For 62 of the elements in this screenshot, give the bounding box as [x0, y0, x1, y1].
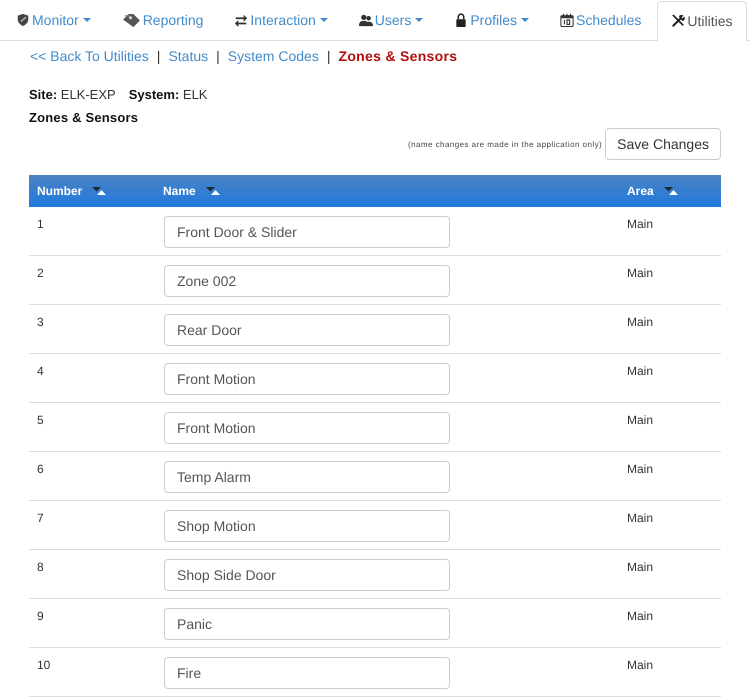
padlock-icon	[454, 13, 468, 27]
breadcrumb-separator: |	[216, 48, 220, 64]
zone-name-field[interactable]: Shop Motion	[164, 510, 450, 542]
nav-tab[interactable]: Interaction	[219, 0, 343, 40]
zone-area: Main	[627, 216, 654, 232]
system-info: System: ELK	[128, 86, 208, 102]
zone-number: 3	[37, 314, 44, 330]
nav-tab[interactable]: Profiles	[439, 0, 544, 40]
zone-number: 8	[37, 559, 44, 575]
zone-number: 1	[37, 216, 44, 232]
nav-tab[interactable]: Monitor	[1, 0, 106, 40]
zone-name-field[interactable]: Panic	[164, 608, 450, 640]
zone-name-field[interactable]: Fire	[164, 657, 450, 689]
breadcrumb-link[interactable]: Status	[168, 48, 208, 64]
tools-icon	[671, 14, 686, 28]
zone-number: 5	[37, 412, 44, 428]
zone-number: 6	[37, 461, 44, 477]
users-icon	[358, 13, 373, 27]
breadcrumb-link[interactable]: System Codes	[228, 48, 319, 64]
zone-name-field[interactable]: Front Door & Slider	[164, 216, 450, 248]
calendar-icon	[560, 13, 574, 27]
zone-area: Main	[627, 363, 654, 379]
zone-name-field[interactable]: Rear Door	[164, 314, 450, 346]
sort-icon[interactable]	[664, 187, 678, 195]
sort-icon[interactable]	[92, 187, 106, 195]
breadcrumb-link[interactable]: << Back To Utilities	[30, 48, 149, 64]
breadcrumb-separator: |	[326, 48, 330, 64]
nav-tab[interactable]: Schedules	[545, 0, 656, 40]
site-info: Site: ELK-EXP	[29, 86, 116, 102]
zone-number: 9	[37, 608, 44, 624]
note-text: (name changes are made in the application only)	[408, 140, 602, 148]
zone-number: 2	[37, 265, 44, 281]
zone-area: Main	[627, 657, 654, 673]
zone-area: Main	[627, 559, 654, 575]
zone-name-field[interactable]: Temp Alarm	[164, 461, 450, 493]
breadcrumb-link[interactable]: Zones & Sensors	[338, 48, 458, 64]
section-title: Zones & Sensors	[29, 110, 138, 124]
zone-name-field[interactable]: Zone 002	[164, 265, 450, 297]
zone-name-field[interactable]: Front Motion	[164, 363, 450, 395]
zone-area: Main	[627, 461, 654, 477]
shield-icon	[16, 13, 30, 27]
zone-area: Main	[627, 510, 654, 526]
save-button[interactable]: Save Changes	[605, 128, 721, 160]
zone-number: 10	[37, 657, 50, 673]
nav-tab[interactable]: Reporting	[106, 0, 218, 40]
zone-number: 4	[37, 363, 44, 379]
nav-tab[interactable]: Users	[344, 0, 438, 40]
swap-arrows-icon	[234, 13, 248, 27]
zone-name-field[interactable]: Shop Side Door	[164, 559, 450, 591]
name-header[interactable]: Name	[163, 184, 196, 198]
nav-tab[interactable]: Utilities	[657, 1, 747, 42]
zone-area: Main	[627, 314, 654, 330]
zone-area: Main	[627, 412, 654, 428]
zone-area: Main	[627, 265, 654, 281]
zone-number: 7	[37, 510, 44, 526]
zone-name-field[interactable]: Front Motion	[164, 412, 450, 444]
tag-icon	[122, 12, 141, 28]
zone-area: Main	[627, 608, 654, 624]
number-header[interactable]: Number	[37, 184, 82, 198]
area-header[interactable]: Area	[627, 184, 654, 198]
sort-icon[interactable]	[206, 187, 220, 195]
breadcrumb-separator: |	[156, 48, 160, 64]
